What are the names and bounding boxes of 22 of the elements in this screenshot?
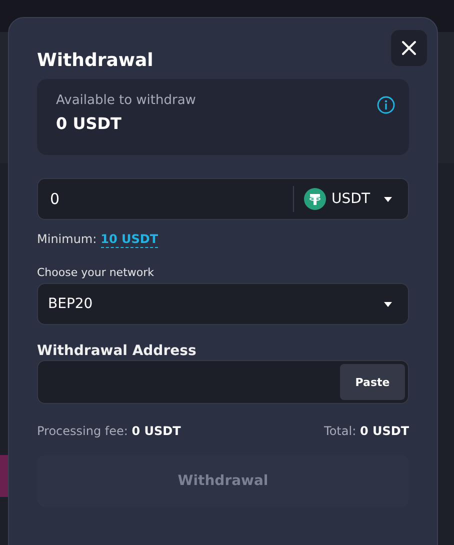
minimum-value: 10 USDT	[100, 232, 158, 248]
amount-value: 0	[50, 190, 61, 208]
balance-label: Available to withdraw	[56, 93, 196, 108]
network-label: Choose your network	[37, 266, 156, 279]
close-icon	[401, 40, 417, 56]
processing-fee: Processing fee: 0 USDT	[37, 424, 181, 438]
close-button[interactable]	[391, 30, 427, 66]
coin-icon	[304, 188, 326, 210]
caret-icon[interactable]	[384, 196, 392, 202]
total: Total: 0 USDT	[324, 424, 409, 438]
balance-value: 0 USDT	[56, 114, 122, 133]
currency-label: USDT	[332, 191, 370, 207]
info-icon[interactable]	[377, 96, 395, 114]
dialog-title: Withdrawal	[37, 50, 154, 71]
minimum-label: Minimum:	[37, 232, 97, 248]
network-select[interactable]: BEP20	[37, 283, 409, 325]
paste-button[interactable]: Paste	[340, 364, 405, 400]
caret-icon[interactable]	[384, 302, 392, 306]
address-label: Withdrawal Address	[37, 343, 198, 359]
amount-field[interactable]: 0 USDT	[37, 178, 409, 220]
address-field[interactable]: Paste	[37, 360, 409, 404]
network-value: BEP20	[48, 296, 93, 312]
